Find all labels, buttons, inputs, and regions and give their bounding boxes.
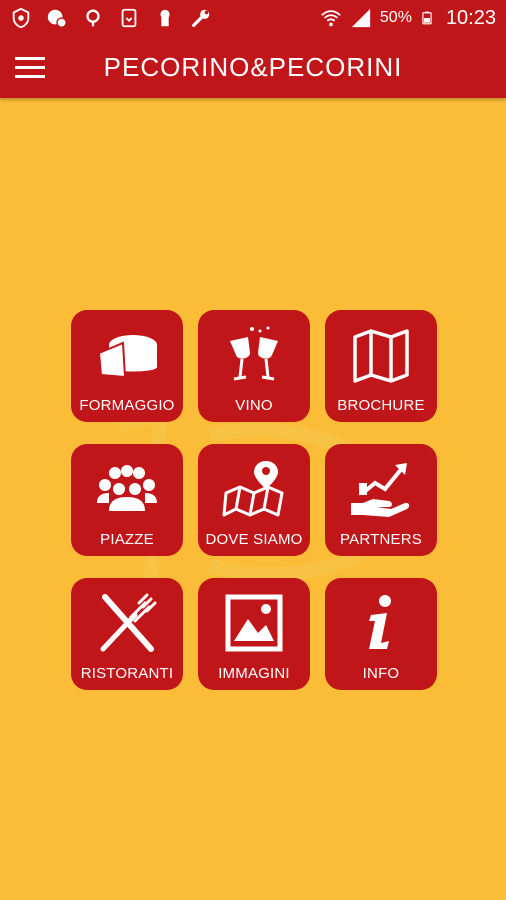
tile-label: RISTORANTI <box>80 665 174 682</box>
tile-formaggio[interactable]: FORMAGGIO <box>71 310 183 422</box>
tile-label: VINO <box>235 397 273 414</box>
wrench-notification-icon <box>192 9 210 27</box>
tile-label: PIAZZE <box>100 531 154 548</box>
tile-piazze[interactable]: PIAZZE <box>71 444 183 556</box>
cheese-icon <box>97 335 157 379</box>
wifi-icon <box>321 10 341 27</box>
handshake-growth-icon <box>351 463 410 517</box>
fork-knife-icon <box>100 593 157 652</box>
status-bar: 50% 10:23 <box>0 0 506 36</box>
menu-grid: FORMAGGIO VINO BROCHURE PIAZZE DOVE SIAM… <box>71 310 437 690</box>
tile-info[interactable]: INFO <box>325 578 437 690</box>
tile-label: BROCHURE <box>337 397 425 414</box>
hamburger-menu-icon <box>15 57 45 78</box>
keyhole-notification-icon <box>160 9 170 27</box>
location-map-icon <box>222 461 284 517</box>
clock: 10:23 <box>445 6 496 29</box>
tile-ristoranti[interactable]: RISTORANTI <box>71 578 183 690</box>
tile-brochure[interactable]: BROCHURE <box>325 310 437 422</box>
tile-label: IMMAGINI <box>218 665 290 682</box>
tile-label: INFO <box>362 665 400 682</box>
tile-dove-siamo[interactable]: DOVE SIAMO <box>198 444 310 556</box>
download-notification-icon <box>121 8 137 28</box>
battery-percentage: 50% <box>379 9 412 26</box>
crowd-icon <box>97 465 157 511</box>
tile-label: FORMAGGIO <box>79 397 175 414</box>
location-notification-icon <box>86 9 100 27</box>
menu-button[interactable] <box>0 36 60 98</box>
tile-label: DOVE SIAMO <box>205 531 303 548</box>
notification-icons <box>10 7 212 29</box>
tile-vino[interactable]: VINO <box>198 310 310 422</box>
map-icon <box>353 329 409 383</box>
info-icon <box>369 595 391 649</box>
tile-immagini[interactable]: IMMAGINI <box>198 578 310 690</box>
app-title: PECORINO&PECORINI <box>103 51 403 82</box>
shield-notification-icon <box>12 7 30 29</box>
app-bar: PECORINO&PECORINI <box>0 36 506 98</box>
image-icon <box>225 594 283 652</box>
wine-glasses-icon <box>230 326 278 381</box>
tile-label: PARTNERS <box>340 531 422 548</box>
tile-partners[interactable]: PARTNERS <box>325 444 437 556</box>
battery-charging-icon <box>422 11 432 25</box>
chat-notification-icon <box>47 9 67 28</box>
signal-icon <box>351 8 371 28</box>
